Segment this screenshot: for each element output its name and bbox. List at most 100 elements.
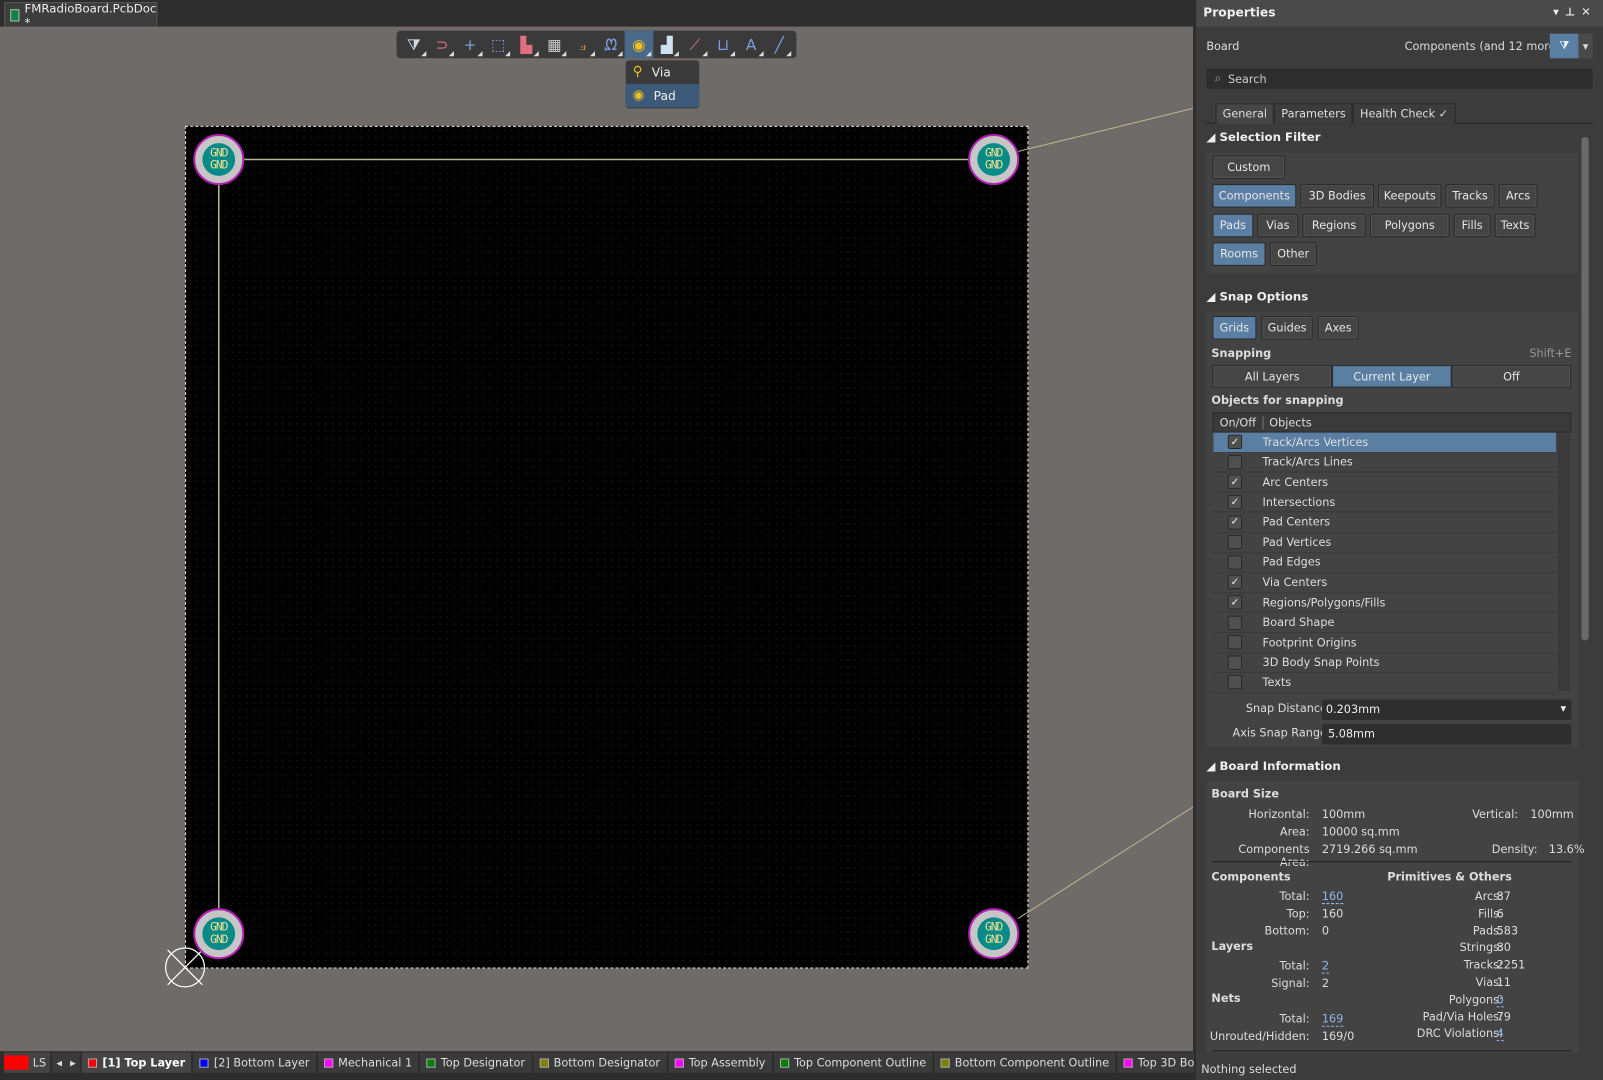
checkbox-checked[interactable]: ✓: [1227, 515, 1243, 530]
selection-filter-header[interactable]: ◢ Selection Filter: [1206, 130, 1320, 144]
snap-object-row[interactable]: ✓ Intersections: [1213, 493, 1556, 513]
snap-object-label: Pad Centers: [1262, 515, 1331, 529]
layer-tab[interactable]: [2] Bottom Layer: [193, 1052, 316, 1073]
search-input[interactable]: ⌕ Search: [1206, 68, 1593, 89]
axis-snap-range-input[interactable]: 5.08mm: [1321, 724, 1572, 745]
layer-set-button[interactable]: LS: [4, 1052, 51, 1073]
nets-heading: Nets: [1211, 992, 1241, 1006]
checkbox-unchecked[interactable]: [1227, 675, 1243, 690]
panel-tab[interactable]: General: [1215, 103, 1275, 124]
area-label: Area:: [1279, 825, 1310, 839]
chevron-down-icon[interactable]: ▾: [1578, 33, 1593, 59]
filter-tracks-button[interactable]: Tracks: [1445, 184, 1495, 208]
layer-tab[interactable]: Top Designator: [420, 1052, 532, 1073]
checkbox-checked[interactable]: ✓: [1227, 595, 1243, 610]
scroll-left-icon[interactable]: ◂: [56, 1056, 62, 1069]
checkbox-unchecked[interactable]: [1227, 454, 1243, 470]
panel-scrollbar[interactable]: [1581, 125, 1589, 1051]
filter-other-button[interactable]: Other: [1269, 242, 1317, 266]
snap-object-row[interactable]: Pad Vertices: [1213, 533, 1556, 553]
layer-tab-label: Bottom Designator: [553, 1055, 661, 1070]
filter-components-button[interactable]: Components: [1212, 184, 1297, 208]
column-header-onoff[interactable]: On/Off: [1213, 415, 1264, 430]
selection-filter-button[interactable]: ⧩ ▾: [1549, 33, 1593, 59]
layer-tab[interactable]: Top 3D Body: [1117, 1052, 1195, 1073]
primitive-value: 11: [1496, 975, 1511, 989]
checkbox-unchecked[interactable]: [1227, 635, 1243, 650]
checkbox-checked[interactable]: ✓: [1227, 495, 1243, 510]
snap-object-row[interactable]: Texts: [1213, 673, 1556, 694]
pad[interactable]: GND GND: [193, 908, 245, 960]
snap-object-row[interactable]: 3D Body Snap Points: [1213, 653, 1556, 674]
primitive-label: Arcs:: [1474, 889, 1503, 904]
snapping-label: Snapping: [1211, 346, 1272, 360]
pad[interactable]: GND GND: [193, 133, 245, 186]
checkbox-checked[interactable]: ✓: [1227, 434, 1243, 450]
filter-rooms-button[interactable]: Rooms: [1212, 242, 1266, 266]
checkbox-unchecked[interactable]: [1227, 655, 1243, 670]
board-size-heading: Board Size: [1211, 787, 1279, 801]
checkbox-unchecked[interactable]: [1227, 535, 1243, 550]
filter-texts-button[interactable]: Texts: [1494, 213, 1536, 237]
filter-3d-bodies-button[interactable]: 3D Bodies: [1300, 184, 1374, 208]
snap-object-row[interactable]: ✓ Pad Centers: [1213, 513, 1556, 533]
checkbox-unchecked[interactable]: [1227, 555, 1243, 570]
panel-tab[interactable]: Health Check ✓: [1352, 103, 1456, 124]
chevron-down-icon[interactable]: ▾: [1561, 702, 1567, 715]
snap-object-label: Track/Arcs Vertices: [1262, 435, 1369, 449]
snapping-all-layers-option[interactable]: All Layers: [1212, 365, 1333, 388]
snap-object-row[interactable]: Track/Arcs Lines: [1213, 453, 1556, 473]
checkbox-unchecked[interactable]: [1227, 615, 1243, 630]
checkbox-checked[interactable]: ✓: [1227, 474, 1243, 490]
snapping-off-option[interactable]: Off: [1451, 365, 1572, 388]
pad[interactable]: GND GND: [968, 133, 1020, 186]
pad[interactable]: GND GND: [968, 908, 1020, 960]
layer-tab[interactable]: [1] Top Layer: [81, 1052, 192, 1073]
panel-tab[interactable]: Parameters: [1274, 103, 1353, 124]
close-icon[interactable]: ✕: [1581, 5, 1597, 18]
scroll-right-icon[interactable]: ▸: [70, 1056, 76, 1069]
layer-tab-label: Top Designator: [440, 1055, 525, 1070]
layer-tab[interactable]: Bottom Component Outline: [934, 1052, 1116, 1073]
snap-guides-button[interactable]: Guides: [1261, 316, 1313, 340]
snap-object-row[interactable]: Pad Edges: [1213, 553, 1556, 573]
filter-polygons-button[interactable]: Polygons: [1369, 213, 1450, 237]
column-header-objects[interactable]: Objects: [1263, 416, 1318, 429]
board-information-header[interactable]: ◢ Board Information: [1206, 759, 1340, 773]
snap-distance-label: Snap Distance: [1245, 701, 1327, 715]
layer-tab[interactable]: Mechanical 1: [317, 1052, 419, 1073]
pcb-canvas[interactable]: ⧩ ⊃ + ⬚ ▙ ▦ ⟓ ᘻ ◉ ▟ ⟋ ⊔ A ╱ ⚲ Via ◉ Pad GND GND GND GND GND G…: [0, 26, 1194, 1052]
layer-scroll-buttons[interactable]: ◂ ▸: [52, 1052, 80, 1073]
layer-tab[interactable]: Top Component Outline: [773, 1052, 933, 1073]
filter-fills-button[interactable]: Fills: [1453, 213, 1491, 237]
snapping-current-layer-option[interactable]: Current Layer: [1332, 365, 1452, 388]
snap-object-row[interactable]: ✓ Track/Arcs Vertices: [1213, 432, 1556, 453]
snap-axes-button[interactable]: Axes: [1317, 316, 1359, 340]
filter-regions-button[interactable]: Regions: [1302, 213, 1366, 237]
layer-tab[interactable]: Top Assembly: [668, 1052, 772, 1073]
snap-object-row[interactable]: ✓ Via Centers: [1213, 573, 1556, 593]
layer-tab-label: [2] Bottom Layer: [213, 1055, 310, 1070]
snap-options-header[interactable]: ◢ Snap Options: [1206, 289, 1308, 303]
filter-pads-button[interactable]: Pads: [1212, 213, 1254, 237]
snap-object-label: Board Shape: [1262, 615, 1335, 630]
filter-custom-button[interactable]: Custom: [1212, 155, 1286, 179]
primitive-label: Strings:: [1459, 941, 1503, 955]
panel-menu-icon[interactable]: ▾: [1553, 5, 1565, 18]
snap-object-row[interactable]: ✓ Regions/Polygons/Fills: [1213, 593, 1556, 613]
document-tab[interactable]: FMRadioBoard.PcbDoc *: [4, 1, 158, 29]
snap-object-row[interactable]: Footprint Origins: [1213, 633, 1556, 653]
snap-distance-select[interactable]: 0.203mm ▾: [1321, 699, 1572, 720]
filter-keepouts-button[interactable]: Keepouts: [1378, 184, 1442, 208]
snap-object-row[interactable]: Board Shape: [1213, 613, 1556, 633]
objects-table-scrollbar[interactable]: [1557, 433, 1571, 692]
snap-object-label: Footprint Origins: [1262, 635, 1357, 650]
snap-grids-button[interactable]: Grids: [1212, 316, 1257, 340]
pin-icon[interactable]: ⊥: [1565, 5, 1581, 18]
snap-object-row[interactable]: ✓ Arc Centers: [1213, 473, 1556, 493]
layer-tab-label: Top Component Outline: [794, 1055, 927, 1070]
checkbox-checked[interactable]: ✓: [1227, 575, 1243, 590]
layer-tab[interactable]: Bottom Designator: [533, 1052, 667, 1073]
filter-arcs-button[interactable]: Arcs: [1498, 184, 1538, 208]
filter-vias-button[interactable]: Vias: [1257, 213, 1299, 237]
